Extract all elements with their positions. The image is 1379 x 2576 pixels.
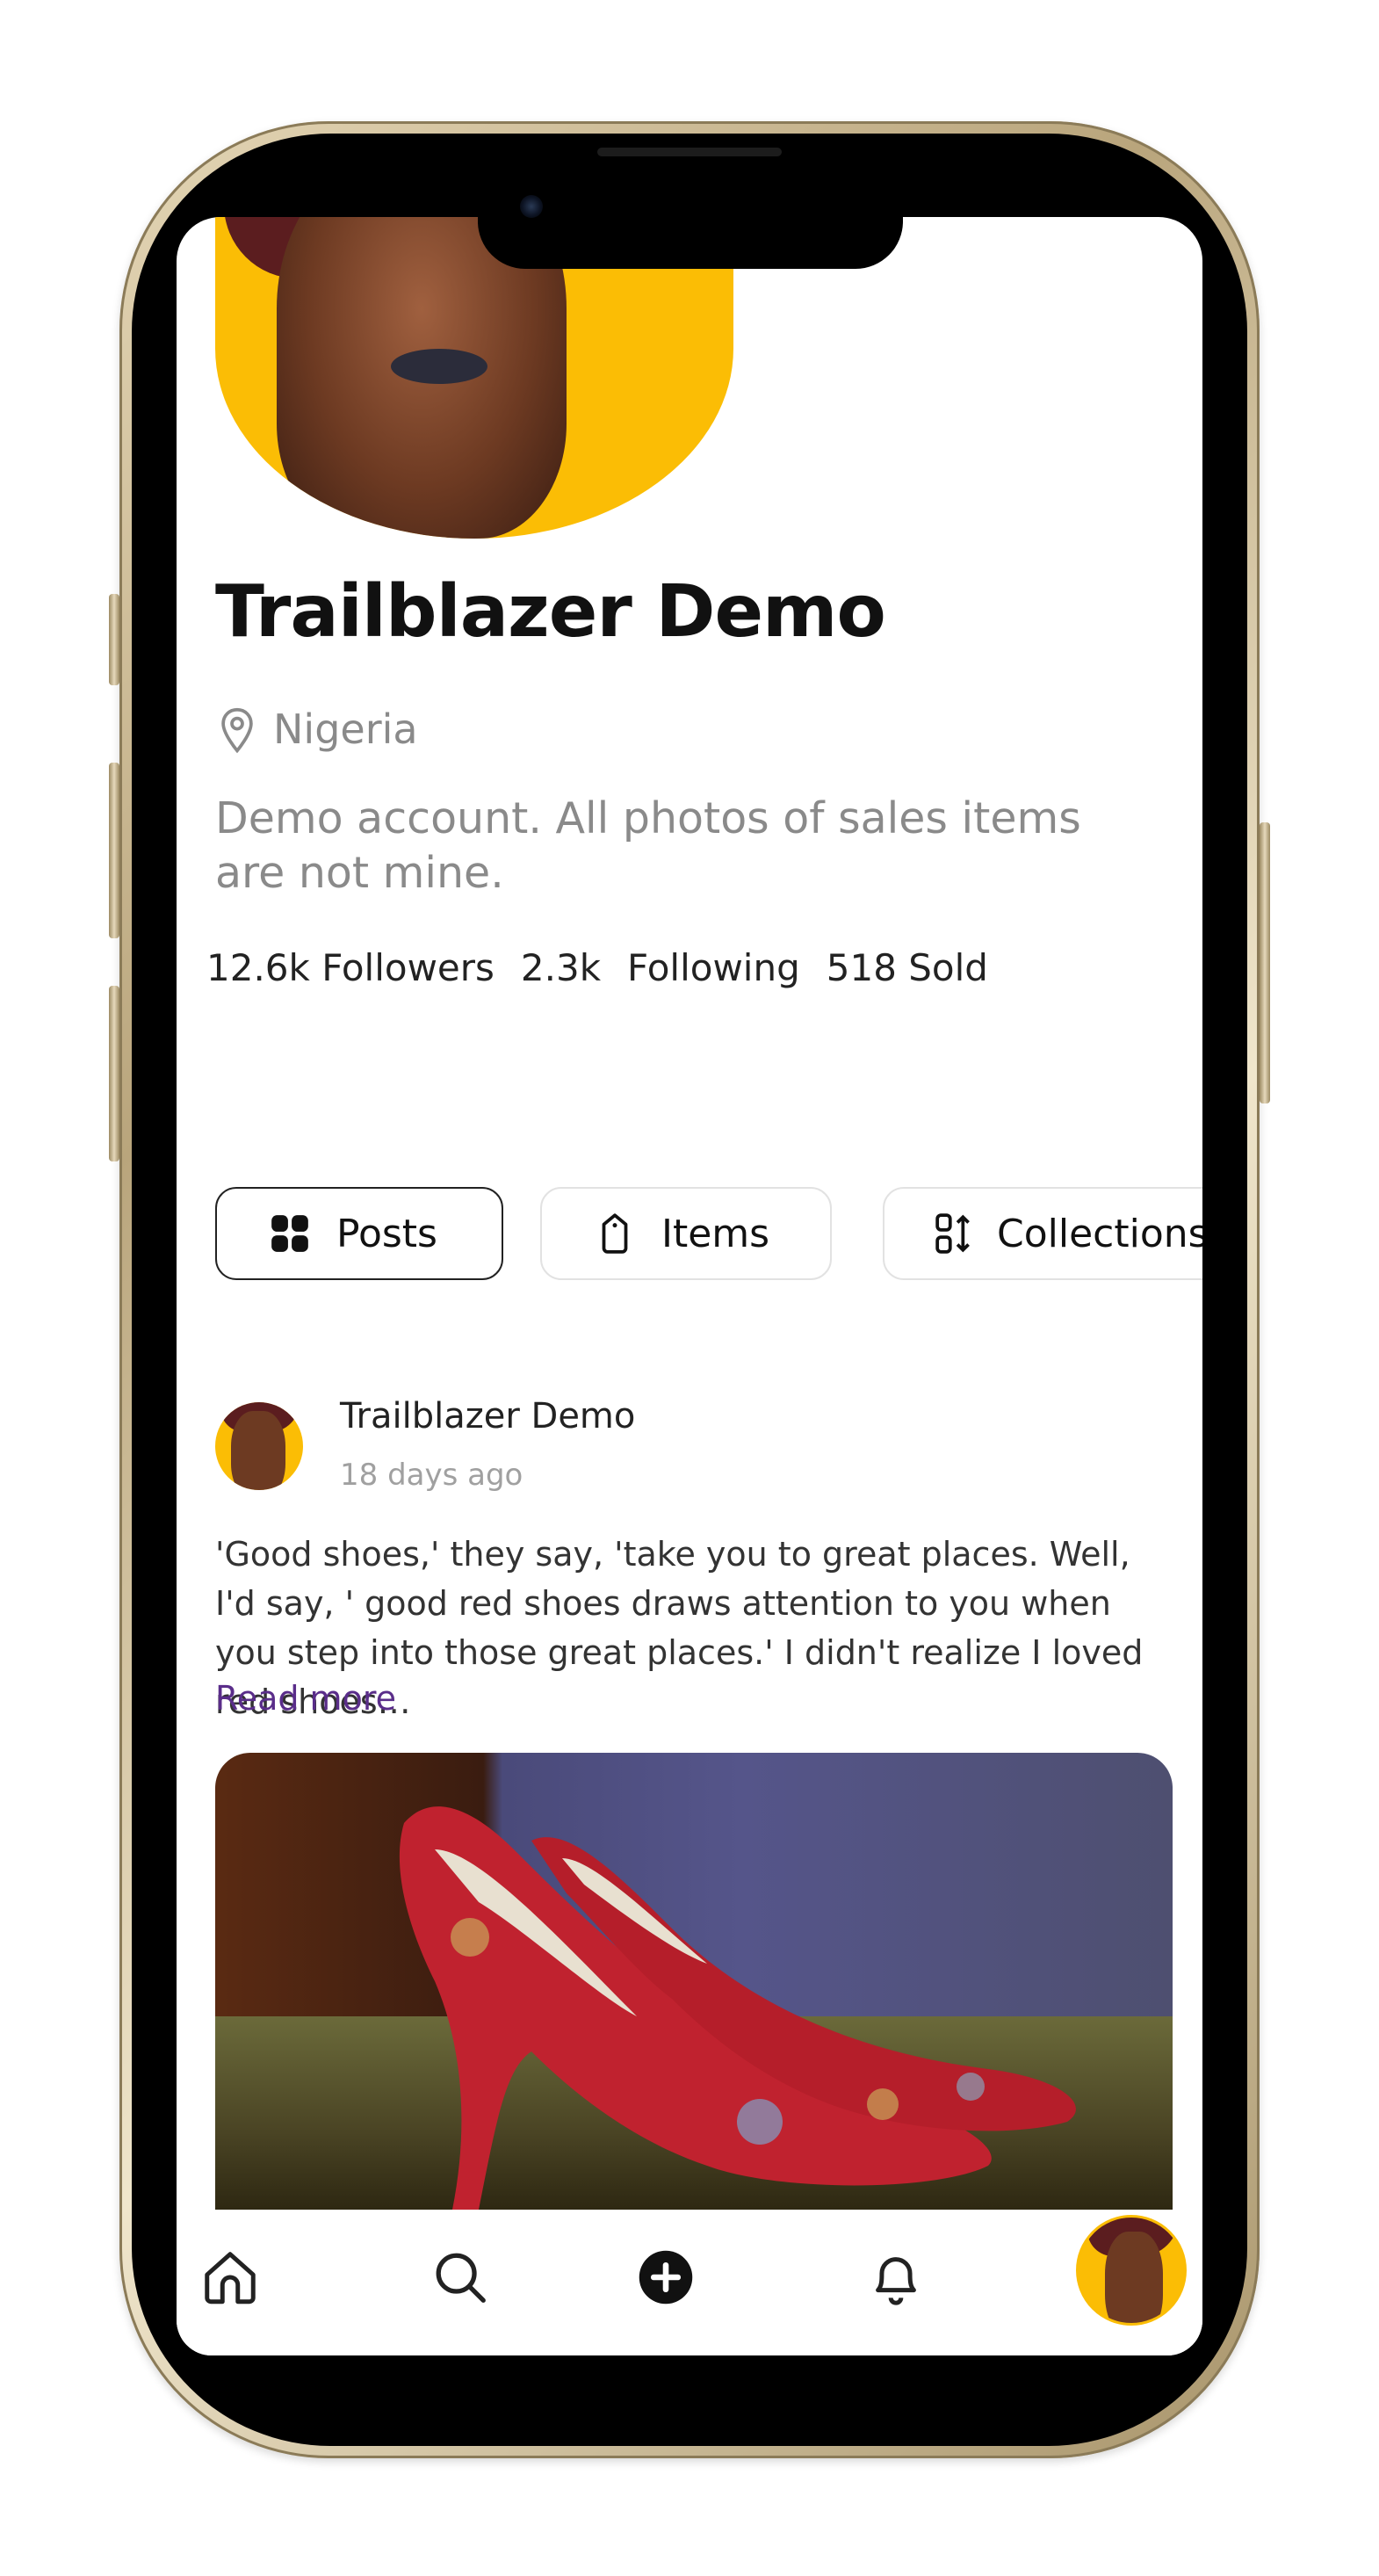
tab-collections-label: Collections — [997, 1211, 1202, 1256]
search-icon[interactable] — [430, 2247, 491, 2308]
post-author-avatar[interactable] — [215, 1402, 303, 1490]
post-author-name[interactable]: Trailblazer Demo — [340, 1396, 635, 1436]
tab-items[interactable]: Items — [540, 1187, 832, 1280]
mute-switch — [109, 594, 119, 685]
phone-notch — [478, 176, 903, 269]
profile-tabs: Posts Items Collections — [215, 1187, 1202, 1284]
front-camera — [520, 195, 543, 218]
profile-stats: 12.6k Followers 2.3k Following 518 Sold — [206, 946, 1014, 989]
tab-collections[interactable]: Collections — [883, 1187, 1202, 1280]
sold-count: 518 Sold — [826, 946, 988, 989]
following-count[interactable]: 2.3k — [521, 946, 601, 989]
profile-location: Nigeria — [273, 706, 418, 753]
volume-up-button — [109, 763, 119, 938]
tab-items-label: Items — [661, 1211, 770, 1256]
phone-speaker — [597, 148, 782, 156]
tab-posts-label: Posts — [336, 1211, 437, 1256]
bell-icon[interactable] — [865, 2247, 927, 2308]
volume-down-button — [109, 986, 119, 1161]
location-pin-icon — [221, 707, 253, 754]
following-label[interactable]: Following — [627, 946, 800, 989]
grid-icon — [271, 1215, 308, 1252]
profile-bio: Demo account. All photos of sales items … — [215, 793, 1081, 898]
followers-count[interactable]: 12.6k Followers — [206, 946, 495, 989]
read-more-link[interactable]: Read more — [215, 1679, 396, 1718]
tag-icon — [602, 1213, 628, 1254]
bottom-nav — [177, 2210, 1202, 2355]
red-shoes-image — [399, 1806, 1076, 2210]
home-icon[interactable] — [199, 2247, 261, 2308]
profile-avatar[interactable] — [1076, 2215, 1187, 2326]
app-screen: Trailblazer Demo Nigeria Demo account. A… — [177, 217, 1202, 2355]
post-image[interactable] — [215, 1753, 1173, 2210]
sort-icon — [935, 1213, 970, 1254]
power-button — [1260, 822, 1270, 1103]
add-icon[interactable] — [637, 2248, 695, 2306]
tab-posts[interactable]: Posts — [215, 1187, 503, 1280]
profile-name: Trailblazer Demo — [215, 570, 886, 654]
post-timestamp: 18 days ago — [340, 1458, 523, 1493]
